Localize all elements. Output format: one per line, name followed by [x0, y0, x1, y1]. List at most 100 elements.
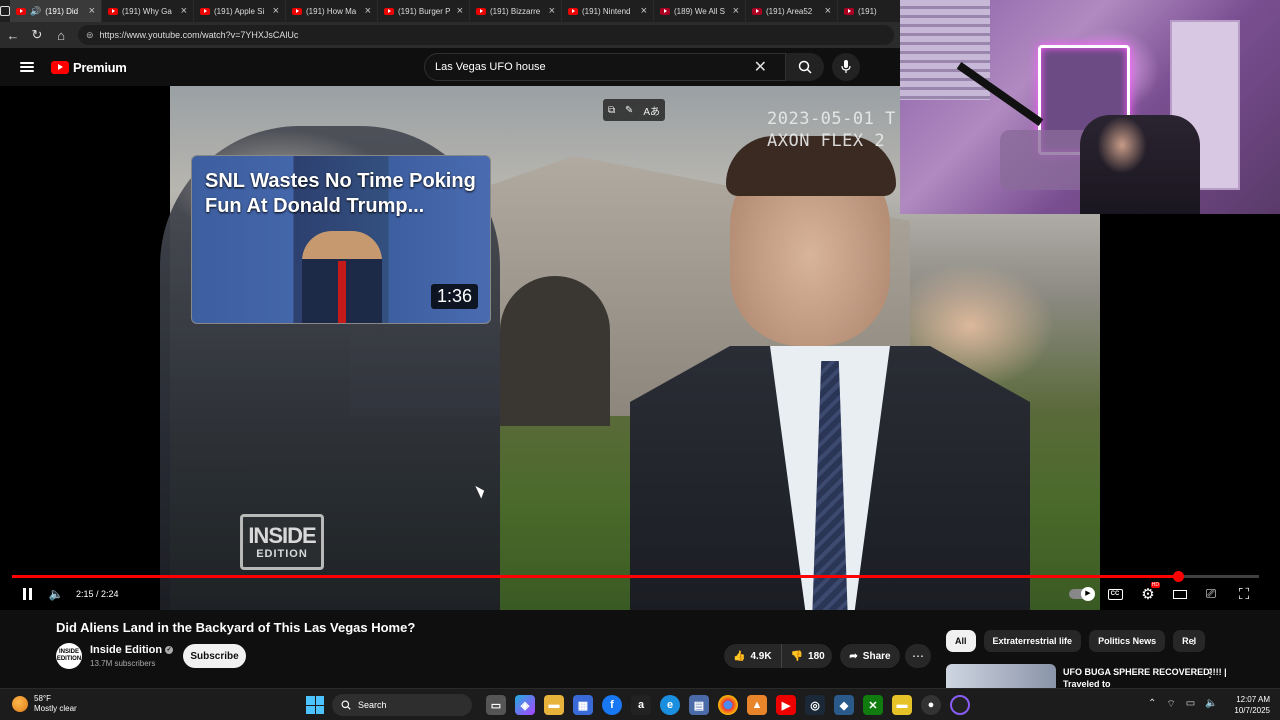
store-icon[interactable]: ▦ [573, 695, 593, 715]
edit-icon[interactable]: ✎ [625, 105, 633, 116]
taskbar-search[interactable]: Search [332, 694, 472, 716]
tab-title: (189) We All S [674, 6, 725, 16]
sticky-notes-icon[interactable]: ▬ [892, 695, 912, 715]
tab-audio-icon[interactable]: 🔊 [30, 6, 41, 17]
wifi-icon[interactable]: ⌔ [1166, 698, 1175, 711]
recommended-video[interactable]: UFO BUGA SPHERE RECOVERED!!!! | Traveled… [946, 664, 1280, 688]
chevron-right-icon[interactable]: › [1192, 634, 1196, 649]
filter-chip[interactable]: Politics News [1089, 630, 1166, 652]
channel-name[interactable]: Inside Edition ✓ [90, 644, 174, 656]
tab-title: (191) Burger P [398, 6, 451, 16]
theater-icon [1173, 589, 1187, 599]
browser-tab[interactable]: (191) Nintend × [562, 0, 654, 22]
share-button[interactable]: ➦ Share [840, 644, 900, 668]
like-button[interactable]: 👍 4.9K [724, 644, 782, 668]
app-circle-icon[interactable] [950, 695, 970, 715]
end-card-duration: 1:36 [430, 284, 478, 309]
browser-tab[interactable]: (191) Area52 × [746, 0, 838, 22]
close-tab-icon[interactable]: × [273, 5, 279, 17]
chrome-icon[interactable] [718, 695, 738, 715]
settings-button[interactable]: ⚙ HD [1140, 582, 1160, 604]
browser-tab[interactable]: (191) How Ma × [286, 0, 378, 22]
filter-chip[interactable]: Extraterrestrial life [983, 630, 1082, 652]
youtube-favicon-icon [660, 7, 670, 15]
close-tab-icon[interactable]: × [549, 5, 555, 17]
browser-tab[interactable]: (189) We All S × [654, 0, 746, 22]
captions-button[interactable]: CC [1107, 584, 1123, 604]
dislike-button[interactable]: 👎 180 [782, 644, 834, 668]
copilot-icon[interactable]: ◈ [515, 695, 535, 715]
filter-chip[interactable]: Rel [1173, 630, 1206, 652]
youtube-favicon-icon [752, 7, 762, 15]
youtube-favicon-icon [384, 7, 394, 15]
windows-start-icon[interactable] [306, 696, 324, 714]
facebook-icon[interactable]: f [602, 695, 622, 715]
subscribe-button[interactable]: Subscribe [183, 644, 246, 668]
fullscreen-button[interactable]: ⛶ [1236, 584, 1252, 604]
display-icon[interactable]: ▭ [1186, 698, 1195, 711]
windows-taskbar: 58°F Mostly clear Search ▭ ◈ ▬ ▦ f a e ▤… [0, 688, 1280, 720]
channel-avatar[interactable]: INSIDE EDITION [56, 643, 82, 669]
cast-button[interactable]: ⎚ [1202, 584, 1220, 604]
browser-tab[interactable]: (191) Burger P × [378, 0, 470, 22]
system-clock[interactable]: 12:07 AM 10/7/2025 [1226, 694, 1270, 716]
search-button[interactable] [786, 53, 824, 81]
weather-condition: Mostly clear [34, 704, 77, 713]
volume-icon[interactable]: 🔈 [48, 584, 64, 604]
translate-icon[interactable]: Aあ [643, 103, 660, 118]
pause-button[interactable] [20, 584, 34, 604]
task-view-icon[interactable]: ▭ [486, 695, 506, 715]
pip-icon[interactable]: ⧉ [608, 105, 615, 116]
steam-icon[interactable]: ◎ [805, 695, 825, 715]
menu-icon[interactable] [20, 62, 34, 72]
share-icon: ➦ [849, 650, 858, 662]
amazon-icon[interactable]: a [631, 695, 651, 715]
thumbs-down-icon: 👎 [790, 650, 804, 662]
close-tab-icon[interactable]: × [89, 5, 95, 17]
browser-tab[interactable]: (191) Apple Si × [194, 0, 286, 22]
weather-widget[interactable]: 58°F Mostly clear [12, 694, 77, 714]
youtube-app-icon[interactable]: ▶ [776, 695, 796, 715]
vlc-icon[interactable]: ▲ [747, 695, 767, 715]
home-icon[interactable]: ⌂ [54, 28, 68, 43]
youtube-favicon-icon [292, 7, 302, 15]
youtube-logo[interactable]: Premium [51, 60, 127, 75]
close-tab-icon[interactable]: × [457, 5, 463, 17]
theater-mode-button[interactable] [1172, 584, 1188, 604]
speaker-icon[interactable]: 🔈 [1205, 698, 1217, 711]
file-explorer-icon[interactable]: ▬ [544, 695, 564, 715]
clear-search-icon[interactable]: ✕ [754, 57, 767, 77]
browser-tab[interactable]: (191) Why Ga × [102, 0, 194, 22]
url-field[interactable]: ⊜ https://www.youtube.com/watch?v=7YHXJs… [78, 25, 894, 45]
overlay-toolbar: ⧉ ✎ Aあ [603, 99, 665, 121]
site-info-icon[interactable]: ⊜ [86, 30, 94, 41]
close-tab-icon[interactable]: × [825, 5, 831, 17]
close-tab-icon[interactable]: × [365, 5, 371, 17]
close-tab-icon[interactable]: × [641, 5, 647, 17]
more-actions-button[interactable]: ⋯ [905, 644, 931, 668]
close-tab-icon[interactable]: × [181, 5, 187, 17]
hd-badge: HD [1150, 582, 1160, 588]
youtube-favicon-icon [476, 7, 486, 15]
browser-tab[interactable]: (191) Bizzarre × [470, 0, 562, 22]
edge-icon[interactable]: e [660, 695, 680, 715]
rec-menu-icon[interactable]: ⋮ [1204, 666, 1216, 680]
reload-icon[interactable]: ↻ [30, 27, 44, 43]
back-icon[interactable]: ← [6, 28, 20, 43]
browser-tab[interactable]: 🔊 (191) Did × [10, 0, 102, 22]
scrubber-handle[interactable] [1172, 571, 1184, 582]
voice-search-button[interactable] [832, 53, 860, 81]
obs-icon[interactable]: ● [921, 695, 941, 715]
app-icon[interactable]: ◆ [834, 695, 854, 715]
chevron-up-icon[interactable]: ⌃ [1148, 698, 1156, 711]
xbox-icon[interactable]: ✕ [863, 695, 883, 715]
filter-chip[interactable]: All [946, 630, 976, 652]
end-screen-card[interactable]: SNL Wastes No Time Poking Fun At Donald … [191, 155, 491, 324]
search-input[interactable]: Las Vegas UFO house ✕ [424, 53, 786, 81]
autoplay-toggle[interactable]: ▶ [1068, 584, 1095, 604]
calculator-icon[interactable]: ▤ [689, 695, 709, 715]
close-tab-icon[interactable]: × [733, 5, 739, 17]
window-menu-icon[interactable] [0, 0, 10, 22]
youtube-favicon-icon [200, 7, 210, 15]
progress-bar[interactable] [12, 571, 1259, 582]
